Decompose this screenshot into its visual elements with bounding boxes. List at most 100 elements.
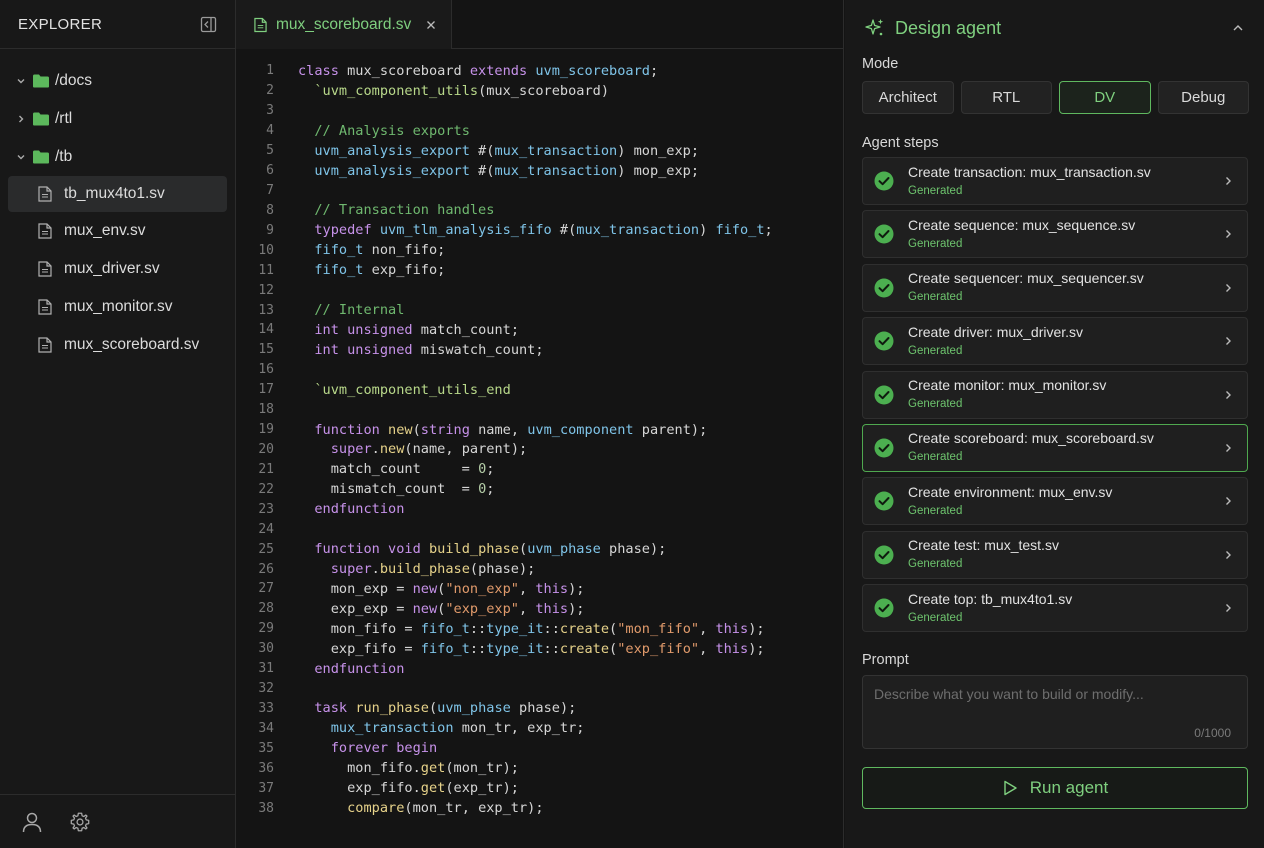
- mode-button-dv[interactable]: DV: [1059, 81, 1151, 114]
- file-mux-monitor[interactable]: mux_monitor.sv: [0, 288, 235, 326]
- close-icon[interactable]: [425, 19, 437, 31]
- line-content: compare(mon_tr, exp_tr);: [347, 800, 544, 817]
- line-content: match_count = 0;: [298, 461, 495, 478]
- folder-rtl[interactable]: /rtl: [0, 100, 235, 138]
- step-text: Create test: mux_test.sv Generated: [908, 537, 1222, 572]
- line-content: uvm_analysis_export #(mux_transaction) m…: [314, 162, 700, 179]
- code-line: 23 endfunction: [236, 499, 844, 519]
- code-line: 22 mismatch_count = 0;: [236, 479, 844, 499]
- check-circle-icon: [874, 385, 894, 405]
- code-area[interactable]: 1 class mux_scoreboard extends uvm_scoreb…: [236, 61, 844, 818]
- tab-label: mux_scoreboard.sv: [276, 15, 412, 33]
- user-icon[interactable]: [20, 810, 44, 834]
- folder-docs[interactable]: /docs: [0, 62, 235, 100]
- chevron-right-icon: [1222, 282, 1234, 294]
- code-line: 7: [236, 181, 844, 201]
- folder-tb[interactable]: /tb: [0, 138, 235, 176]
- line-content: mon_fifo.get(mon_tr);: [298, 760, 519, 777]
- line-content: typedef uvm_tlm_analysis_fifo #(mux_tran…: [314, 222, 773, 239]
- file-tb-mux4to1[interactable]: tb_mux4to1.sv: [8, 176, 227, 212]
- line-number: 4: [266, 123, 274, 139]
- mode-button-architect[interactable]: Architect: [862, 81, 954, 114]
- code-line: 3: [236, 101, 844, 121]
- agent-step[interactable]: Create scoreboard: mux_scoreboard.sv Gene…: [862, 423, 1248, 472]
- agent-step[interactable]: Create test: mux_test.sv Generated: [862, 530, 1248, 579]
- line-number: 26: [258, 561, 274, 577]
- code-line: 26 super.build_phase(phase);: [236, 559, 844, 579]
- sparkle-icon: [865, 19, 884, 36]
- code-line: 11 fifo_t exp_fifo;: [236, 260, 844, 280]
- step-name: Create sequence: mux_sequence.sv: [908, 216, 1136, 233]
- chevron-right-icon: [1222, 389, 1234, 401]
- agent-step[interactable]: Create transaction: mux_transaction.sv Ge…: [862, 157, 1248, 205]
- line-content: class mux_scoreboard extends uvm_scorebo…: [298, 62, 659, 79]
- step-name: Create environment: mux_env.sv: [908, 483, 1113, 500]
- run-agent-button[interactable]: Run agent: [862, 767, 1248, 810]
- agent-step[interactable]: Create environment: mux_env.sv Generated: [862, 477, 1248, 526]
- step-status: Generated: [908, 611, 963, 624]
- code-line: 19 function new(string name, uvm_compone…: [236, 420, 844, 440]
- file-label: mux_driver.sv: [64, 260, 160, 277]
- line-content: exp_exp = new("exp_exp", this);: [298, 600, 585, 617]
- code-line: 21 match_count = 0;: [236, 459, 844, 479]
- file-icon: [38, 337, 52, 353]
- sidebar-collapse-icon[interactable]: [199, 15, 217, 33]
- line-content: `uvm_component_utils_end: [314, 381, 511, 398]
- tab-mux-scoreboard[interactable]: mux_scoreboard.sv: [236, 0, 453, 49]
- check-circle-icon: [874, 331, 894, 351]
- prompt-char-counter: 0/1000: [1194, 726, 1231, 741]
- mode-button-rtl[interactable]: RTL: [960, 81, 1052, 114]
- line-number: 30: [258, 641, 274, 657]
- step-name: Create top: tb_mux4to1.sv: [908, 590, 1073, 607]
- step-name: Create scoreboard: mux_scoreboard.sv: [908, 430, 1154, 447]
- agent-steps-list: Create transaction: mux_transaction.sv Ge…: [845, 157, 1264, 633]
- file-mux-env[interactable]: mux_env.sv: [0, 212, 235, 250]
- explorer-title: EXPLORER: [18, 15, 103, 33]
- step-name: Create sequencer: mux_sequencer.sv: [908, 270, 1144, 287]
- gear-icon[interactable]: [68, 810, 92, 834]
- code-line: 32: [236, 679, 844, 699]
- agent-step[interactable]: Create monitor: mux_monitor.sv Generated: [862, 370, 1248, 419]
- line-number: 38: [258, 800, 274, 816]
- line-content: // Analysis exports: [314, 122, 470, 139]
- code-line: 36 mon_fifo.get(mon_tr);: [236, 758, 844, 778]
- agent-step[interactable]: Create top: tb_mux4to1.sv Generated: [862, 584, 1248, 633]
- code-line: 38 compare(mon_tr, exp_tr);: [236, 798, 844, 818]
- line-content: uvm_analysis_export #(mux_transaction) m…: [314, 142, 700, 159]
- step-status: Generated: [908, 398, 963, 411]
- chevron-up-icon[interactable]: [1231, 21, 1245, 35]
- code-line: 29 mon_fifo = fifo_t::type_it::create("m…: [236, 619, 844, 639]
- prompt-input[interactable]: [863, 676, 1247, 749]
- line-number: 31: [258, 661, 274, 677]
- step-status: Generated: [908, 504, 963, 517]
- agent-step[interactable]: Create sequence: mux_sequence.sv Generate…: [862, 210, 1248, 259]
- code-line: 15 int unsigned miswatch_count;: [236, 340, 844, 360]
- step-name: Create driver: mux_driver.sv: [908, 323, 1084, 340]
- line-number: 21: [258, 461, 274, 477]
- step-text: Create monitor: mux_monitor.sv Generated: [908, 377, 1222, 412]
- line-number: 27: [258, 581, 274, 597]
- agent-steps-label: Agent steps: [862, 135, 939, 151]
- step-status: Generated: [908, 237, 963, 250]
- file-mux-driver[interactable]: mux_driver.sv: [0, 250, 235, 288]
- file-mux-scoreboard[interactable]: mux_scoreboard.sv: [0, 326, 235, 364]
- line-number: 12: [258, 282, 274, 298]
- line-number: 8: [266, 202, 274, 218]
- agent-step[interactable]: Create sequencer: mux_sequencer.sv Genera…: [862, 263, 1248, 312]
- agent-step[interactable]: Create driver: mux_driver.sv Generated: [862, 317, 1248, 366]
- line-number: 35: [258, 740, 274, 756]
- line-content: fifo_t exp_fifo;: [314, 262, 446, 279]
- code-line: 2 `uvm_component_utils(mux_scoreboard): [236, 81, 844, 101]
- mode-button-debug[interactable]: Debug: [1157, 81, 1249, 114]
- check-circle-icon: [874, 224, 894, 244]
- line-content: super.new(name, parent);: [330, 441, 528, 458]
- line-number: 9: [266, 222, 274, 238]
- line-content: int unsigned miswatch_count;: [314, 341, 544, 358]
- line-number: 32: [258, 681, 274, 697]
- code-line: 6 uvm_analysis_export #(mux_transaction)…: [236, 161, 844, 181]
- code-line: 18: [236, 400, 844, 420]
- line-content: int unsigned match_count;: [314, 321, 520, 338]
- line-number: 29: [258, 621, 274, 637]
- code-line: 30 exp_fifo = fifo_t::type_it::create("e…: [236, 639, 844, 659]
- line-number: 13: [258, 302, 274, 318]
